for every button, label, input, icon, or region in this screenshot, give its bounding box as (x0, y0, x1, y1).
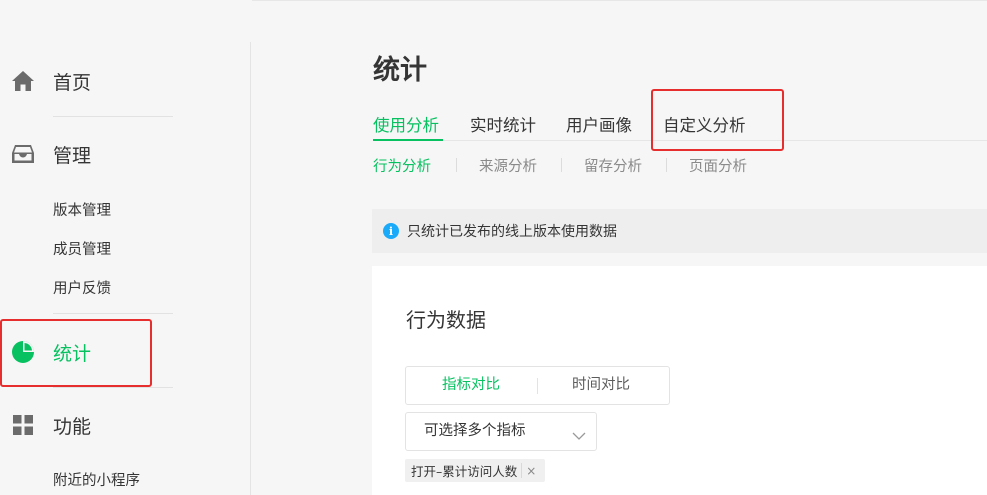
tab-realtime-stats[interactable]: 实时统计 (470, 112, 536, 136)
sidebar: 首页 管理 版本管理 成员管理 用户反馈 统计 功能 附近的小程序 (0, 0, 252, 495)
subtab-behavior-analysis[interactable]: 行为分析 (373, 155, 431, 176)
sidebar-item-features[interactable]: 功能 (10, 410, 91, 440)
inbox-icon (10, 141, 36, 167)
sidebar-divider-vertical (250, 42, 251, 495)
behavior-data-card: 行为数据 指标对比 时间对比 可选择多个指标 打开–累计访问人数 × (372, 266, 987, 495)
subtab-separator (666, 158, 667, 172)
highlight-box-custom-analysis (651, 89, 784, 151)
segment-time-compare[interactable]: 时间对比 (572, 367, 630, 404)
active-tab-indicator (373, 139, 443, 141)
tab-user-portrait[interactable]: 用户画像 (566, 112, 632, 136)
info-icon: i (383, 223, 399, 239)
sidebar-divider (53, 116, 173, 117)
home-icon (10, 68, 36, 94)
notice-text: 只统计已发布的线上版本使用数据 (407, 224, 617, 240)
metric-tag: 打开–累计访问人数 × (405, 459, 545, 482)
sidebar-item-home[interactable]: 首页 (10, 66, 91, 96)
metric-tag-label: 打开–累计访问人数 (411, 464, 518, 479)
subtab-separator (456, 158, 457, 172)
sidebar-item-nearby-miniprogram[interactable]: 附近的小程序 (53, 469, 140, 490)
close-icon[interactable]: × (526, 464, 536, 478)
sidebar-item-user-feedback[interactable]: 用户反馈 (53, 277, 111, 298)
sidebar-item-manage[interactable]: 管理 (10, 139, 91, 169)
compare-mode-segmented: 指标对比 时间对比 (405, 366, 670, 405)
sidebar-divider (53, 313, 173, 314)
sidebar-item-label: 功能 (53, 415, 92, 438)
subtab-page-analysis[interactable]: 页面分析 (689, 155, 747, 176)
sidebar-item-member-manage[interactable]: 成员管理 (53, 238, 111, 259)
subtab-source-analysis[interactable]: 来源分析 (479, 155, 537, 176)
segment-metric-compare[interactable]: 指标对比 (442, 367, 500, 404)
grid-icon (10, 412, 36, 438)
chevron-down-icon (572, 426, 586, 440)
tag-separator (521, 463, 523, 478)
segment-separator (537, 378, 538, 394)
tab-usage-analysis[interactable]: 使用分析 (373, 112, 439, 136)
metric-select-value: 可选择多个指标 (424, 423, 526, 439)
sidebar-divider (53, 387, 173, 388)
sidebar-item-version-manage[interactable]: 版本管理 (53, 199, 111, 220)
subtab-separator (561, 158, 562, 172)
page-title: 统计 (373, 55, 427, 86)
highlight-box-stats (0, 319, 152, 387)
metric-select[interactable]: 可选择多个指标 (405, 412, 597, 451)
sidebar-item-label: 首页 (53, 71, 92, 94)
sidebar-item-label: 管理 (53, 144, 92, 167)
subtab-retention-analysis[interactable]: 留存分析 (584, 155, 642, 176)
card-title: 行为数据 (406, 308, 486, 332)
notice-bar: i 只统计已发布的线上版本使用数据 (372, 209, 987, 253)
